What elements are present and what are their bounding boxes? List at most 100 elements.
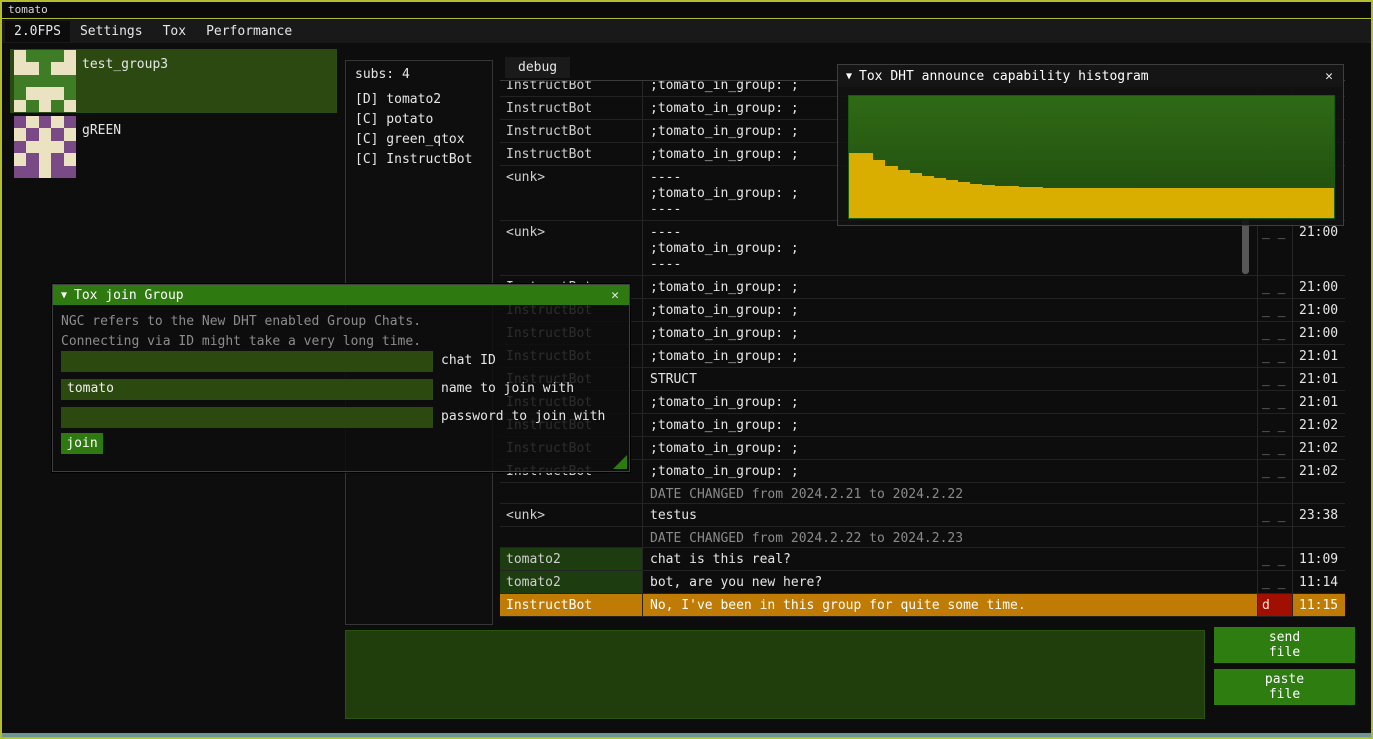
histogram-bar <box>1043 188 1055 218</box>
message-text: ;tomato_in_group: ; <box>642 460 1257 482</box>
send-file-button[interactable]: send file <box>1214 627 1355 663</box>
histogram-bar <box>1031 187 1043 218</box>
message-status: _ _ <box>1257 460 1292 482</box>
date-separator-row: DATE CHANGED from 2024.2.21 to 2024.2.22 <box>500 483 1345 504</box>
message-status: _ _ <box>1257 437 1292 459</box>
collapse-icon[interactable]: ▼ <box>61 290 67 301</box>
message-status: _ _ <box>1257 322 1292 344</box>
message-time: 21:02 <box>1292 437 1345 459</box>
sender-name: InstructBot <box>500 97 642 119</box>
menu-tox[interactable]: Tox <box>153 21 196 42</box>
message-status: _ _ <box>1257 299 1292 321</box>
member-item[interactable]: [C] green_qtox <box>355 130 492 150</box>
subs-header: subs: 4 <box>355 67 492 82</box>
date-changed-text: DATE CHANGED from 2024.2.21 to 2024.2.22 <box>642 483 1257 503</box>
message-time: 21:00 <box>1292 322 1345 344</box>
message-time: 21:00 <box>1292 221 1345 275</box>
chat-message-row: <unk>---- ;tomato_in_group: ; ----_ _21:… <box>500 221 1345 276</box>
message-time: 21:00 <box>1292 299 1345 321</box>
histogram-bar <box>934 178 946 218</box>
histogram-bar <box>922 176 934 218</box>
member-item[interactable]: [C] potato <box>355 110 492 130</box>
join-group-window: ▼ Tox join Group ✕ NGC refers to the New… <box>52 284 630 472</box>
join-input-chat-id[interactable] <box>61 351 433 372</box>
sender-name: <unk> <box>500 221 642 275</box>
group-item-gREEN[interactable]: gREEN <box>10 115 337 179</box>
sender-name: InstructBot <box>500 594 642 616</box>
message-status: _ _ <box>1257 221 1292 275</box>
histogram-bar <box>898 170 910 218</box>
histogram-window: ▼ Tox DHT announce capability histogram … <box>837 64 1344 226</box>
paste-file-button[interactable]: paste file <box>1214 669 1355 705</box>
join-window-titlebar[interactable]: ▼ Tox join Group ✕ <box>53 285 629 305</box>
date-separator-row: DATE CHANGED from 2024.2.22 to 2024.2.23 <box>500 527 1345 548</box>
histogram-window-title: Tox DHT announce capability histogram <box>859 69 1149 84</box>
message-text: ;tomato_in_group: ; <box>642 391 1257 413</box>
histogram-window-titlebar[interactable]: ▼ Tox DHT announce capability histogram … <box>838 65 1343 87</box>
chat-message-row: InstructBotNo, I've been in this group f… <box>500 594 1345 617</box>
histogram-bar <box>1019 187 1031 218</box>
message-text: ;tomato_in_group: ; <box>642 322 1257 344</box>
message-text: bot, are you new here? <box>642 571 1257 593</box>
message-status: _ _ <box>1257 345 1292 367</box>
close-icon[interactable]: ✕ <box>1323 69 1335 84</box>
message-time: 23:38 <box>1292 504 1345 526</box>
histogram-bar <box>1104 188 1116 218</box>
tab-debug[interactable]: debug <box>505 57 570 78</box>
member-item[interactable]: [C] InstructBot <box>355 150 492 170</box>
chat-message-row: tomato2chat is this real?_ _11:09 <box>500 548 1345 571</box>
histogram-bar <box>1164 188 1176 218</box>
join-input-name[interactable]: tomato <box>61 379 433 400</box>
sender-name: InstructBot <box>500 81 642 96</box>
histogram-plot[interactable] <box>848 95 1335 219</box>
join-desc-line1: NGC refers to the New DHT enabled Group … <box>61 314 421 329</box>
histogram-bar <box>873 160 885 218</box>
menu-performance[interactable]: Performance <box>196 21 302 42</box>
member-item[interactable]: [D] tomato2 <box>355 90 492 110</box>
resize-grip[interactable] <box>613 455 627 469</box>
titlebar[interactable]: tomato <box>2 2 1371 19</box>
message-time: 21:00 <box>1292 276 1345 298</box>
message-status: _ _ <box>1257 391 1292 413</box>
histogram-bar <box>970 184 982 218</box>
collapse-icon[interactable]: ▼ <box>846 71 852 82</box>
histogram-bar <box>1237 188 1249 218</box>
chat-message-row: tomato2bot, are you new here?_ _11:14 <box>500 571 1345 594</box>
subs-list: [D] tomato2[C] potato[C] green_qtox[C] I… <box>355 90 492 170</box>
message-status: _ _ <box>1257 548 1292 570</box>
group-item-test_group3[interactable]: test_group3 <box>10 49 337 113</box>
message-text: ;tomato_in_group: ; <box>642 345 1257 367</box>
message-text: ---- ;tomato_in_group: ; ---- <box>642 221 1257 275</box>
histogram-bar <box>1067 188 1079 218</box>
sender-name: InstructBot <box>500 120 642 142</box>
histogram-bar <box>982 185 994 218</box>
histogram-bar <box>1261 188 1273 218</box>
histogram-bar <box>1128 188 1140 218</box>
histogram-bar <box>1213 188 1225 218</box>
join-input-password[interactable] <box>61 407 433 428</box>
join-button[interactable]: join <box>61 433 103 454</box>
message-input[interactable] <box>345 630 1205 719</box>
histogram-bar <box>910 173 922 218</box>
histogram-bar <box>1322 188 1334 218</box>
message-time: 21:01 <box>1292 391 1345 413</box>
group-name: test_group3 <box>82 57 168 72</box>
message-text: chat is this real? <box>642 548 1257 570</box>
histogram-bar <box>958 182 970 218</box>
histogram-bar <box>1116 188 1128 218</box>
histogram-bar <box>1298 188 1310 218</box>
message-time: 21:02 <box>1292 414 1345 436</box>
message-time: 21:01 <box>1292 345 1345 367</box>
menu-settings[interactable]: Settings <box>70 21 153 42</box>
message-status: _ _ <box>1257 368 1292 390</box>
close-icon[interactable]: ✕ <box>609 288 621 303</box>
message-time: 11:14 <box>1292 571 1345 593</box>
histogram-bar <box>1273 188 1285 218</box>
histogram-bar <box>1225 188 1237 218</box>
message-time: 11:15 <box>1292 594 1345 616</box>
message-status: _ _ <box>1257 571 1292 593</box>
chat-message-row: <unk>testus_ _23:38 <box>500 504 1345 527</box>
sender-name: tomato2 <box>500 548 642 570</box>
message-status: d <box>1257 594 1292 616</box>
histogram-bar <box>1189 188 1201 218</box>
